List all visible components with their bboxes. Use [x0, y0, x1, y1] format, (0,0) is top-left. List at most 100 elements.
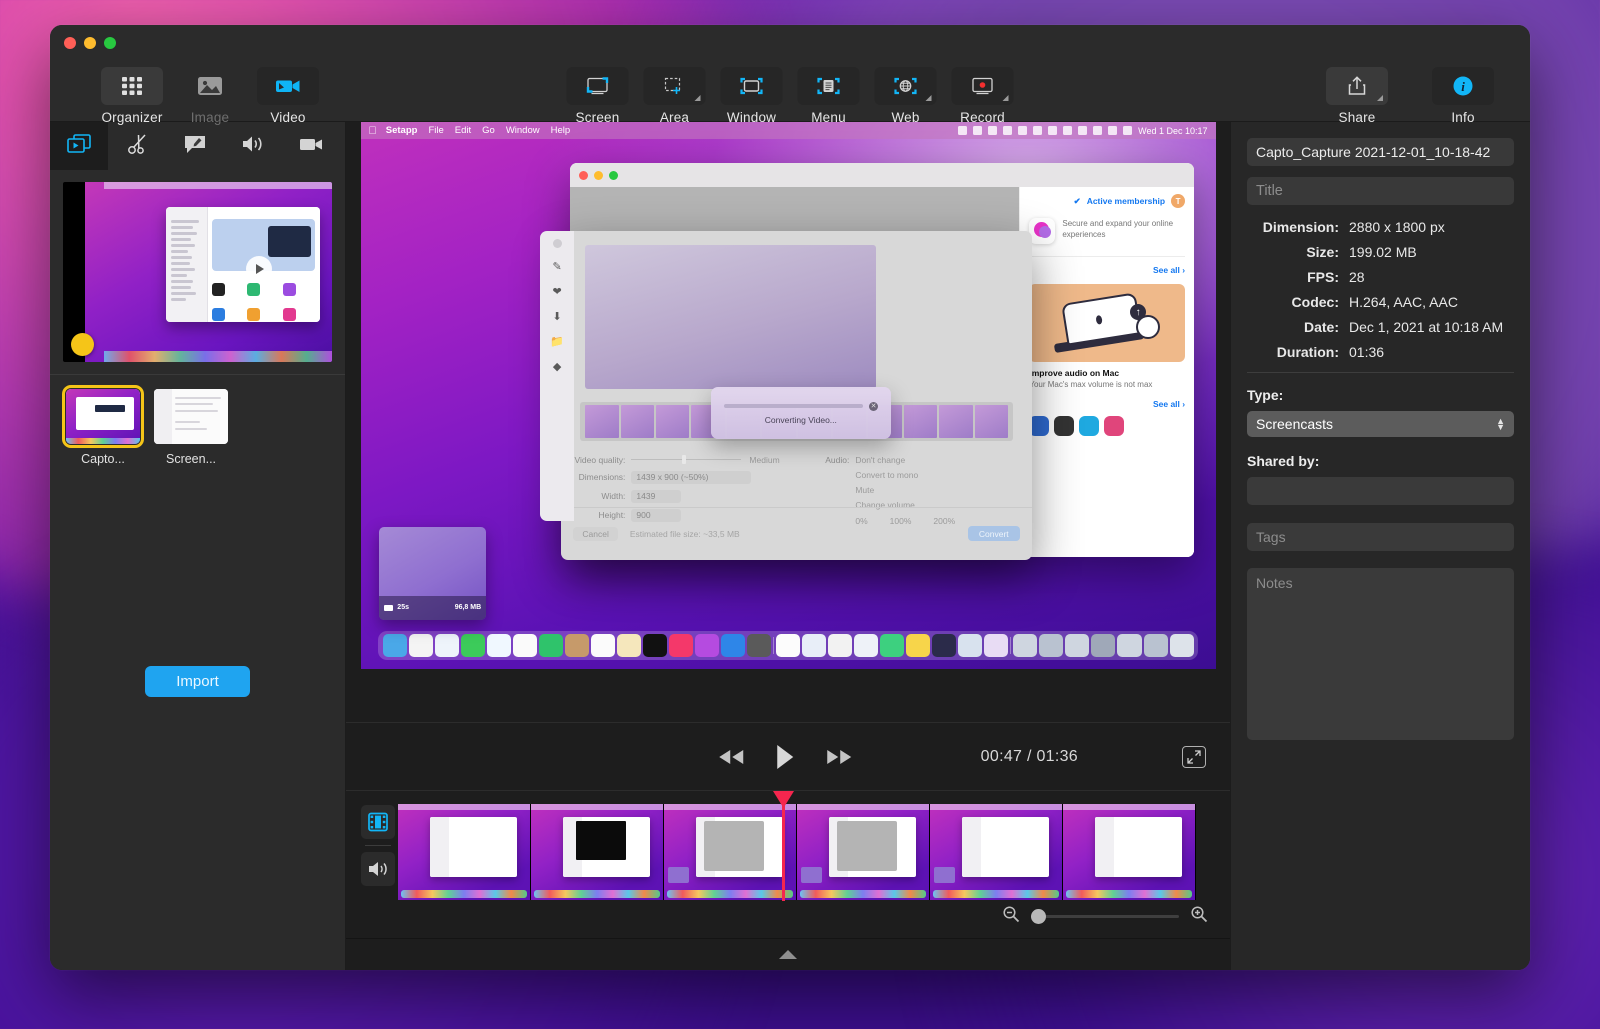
tags-field[interactable]: Tags [1247, 523, 1514, 551]
converting-progress-popup: ✕ Converting Video... [711, 387, 891, 439]
checkmark-icon: ✔ [1074, 196, 1081, 207]
minimize-window-button[interactable] [84, 37, 96, 49]
magnifier-minus-icon[interactable] [1002, 905, 1020, 928]
apple-logo-icon:  [369, 125, 377, 137]
dock-icon-window [1091, 634, 1115, 656]
status-icon [1063, 126, 1072, 135]
tip-card-image: ↑ [1029, 284, 1185, 362]
sidebar-item-trim[interactable] [108, 122, 166, 170]
timeline-track-area[interactable] [398, 791, 1230, 938]
video-track-button[interactable] [361, 805, 395, 839]
menubar-clock: Wed 1 Dec 10:17 [1138, 126, 1207, 136]
timeline-clip[interactable] [797, 804, 930, 900]
metadata-key: Codec: [1247, 294, 1339, 310]
info-inspector-panel: Capto_Capture 2021-12-01_10-18-42 Title … [1230, 122, 1530, 970]
timeline-playhead[interactable] [782, 791, 785, 901]
sidebar-item-audio[interactable] [224, 122, 282, 170]
promo-row: Secure and expand your online experience… [1029, 218, 1185, 244]
dock-icon-chrome [802, 634, 826, 656]
rewind-button[interactable] [716, 747, 746, 767]
zoom-slider-knob[interactable] [1031, 909, 1046, 924]
menubar-item-help: Help [551, 125, 571, 136]
sidebar-item-camera[interactable] [282, 122, 340, 170]
timeline-clip[interactable] [930, 804, 1063, 900]
sidebar-item-clips[interactable] [50, 122, 108, 170]
table-row: Codec: H.264, AAC, AAC [1247, 294, 1514, 310]
timeline-clip[interactable] [531, 804, 664, 900]
promo-text: Secure and expand your online experience… [1062, 218, 1185, 240]
heart-icon: ❤ [553, 285, 562, 298]
type-select[interactable]: Screencasts ▲▼ [1247, 411, 1514, 437]
dock-icon-app [932, 634, 956, 656]
fullscreen-button[interactable] [1182, 746, 1206, 768]
magnifier-plus-icon[interactable] [1190, 905, 1208, 928]
sidebar-preview-thumbnail[interactable] [63, 182, 332, 362]
forward-button[interactable] [824, 747, 854, 767]
status-icon [1078, 126, 1087, 135]
web-capture-icon [875, 67, 937, 105]
toolbar-share-button[interactable]: Share [1320, 67, 1394, 125]
play-button[interactable] [774, 743, 796, 771]
import-button[interactable]: Import [145, 666, 250, 697]
toolbar-menu-button[interactable]: Menu [792, 67, 866, 125]
video-canvas[interactable]:  Setapp File Edit Go Window Help [361, 122, 1216, 669]
close-icon [579, 171, 588, 180]
center-pane:  Setapp File Edit Go Window Help [346, 122, 1230, 970]
toolbar-info-label: Info [1451, 110, 1474, 125]
toolbar-area-button[interactable]: Area [638, 67, 712, 125]
title-field[interactable]: Title [1247, 177, 1514, 205]
list-item[interactable]: Capto... [66, 389, 140, 466]
toolbar-window-button[interactable]: Window [715, 67, 789, 125]
callout-pen-icon [183, 133, 207, 160]
chevron-corner-icon [926, 95, 932, 101]
recorded-setapp-sidebar: ✔ Active membership T Secure and expand … [1019, 187, 1194, 557]
sidebar-item-annotate[interactable] [166, 122, 224, 170]
divider [1247, 372, 1514, 373]
convert-button: Convert [968, 526, 1020, 541]
record-icon [952, 67, 1014, 105]
screen-capture-icon [567, 67, 629, 105]
toolbar-organizer-button[interactable]: Organizer [95, 67, 169, 125]
timeline-clip[interactable] [1063, 804, 1196, 900]
filename-field[interactable]: Capto_Capture 2021-12-01_10-18-42 [1247, 138, 1514, 166]
audio-track-button[interactable] [361, 852, 395, 886]
dock-icon-appletv [643, 634, 667, 656]
dock-icon-dropbox [854, 634, 878, 656]
toolbar-record-button[interactable]: Record [946, 67, 1020, 125]
toolbar-video-button[interactable]: Video [251, 67, 325, 125]
toolbar-screen-button[interactable]: Screen [561, 67, 635, 125]
metadata-key: FPS: [1247, 269, 1339, 285]
preview-window-sidebar [166, 207, 207, 322]
notes-field[interactable]: Notes [1247, 568, 1514, 740]
preview-window [166, 207, 319, 322]
chevron-corner-icon [1377, 95, 1383, 101]
zoom-slider[interactable] [1031, 915, 1179, 918]
toolbar-info-button[interactable]: i Info [1426, 67, 1500, 125]
membership-label: Active membership [1087, 196, 1165, 206]
minimize-icon [594, 171, 603, 180]
timeline [346, 790, 1230, 938]
timeline-clip[interactable] [398, 804, 531, 900]
cancel-button: Cancel [573, 527, 617, 541]
timeline-collapse-strip[interactable] [346, 938, 1230, 970]
toolbar-image-button[interactable]: Image [173, 67, 247, 125]
converter-footer: Cancel Estimated file size: ~33,5 MB Con… [561, 507, 1031, 560]
shared-by-field[interactable] [1247, 477, 1514, 505]
toolbar-web-button[interactable]: Web [869, 67, 943, 125]
dock-icon-maps [487, 634, 511, 656]
close-window-button[interactable] [64, 37, 76, 49]
close-circle-icon: ✕ [869, 402, 878, 411]
floating-clip-duration: 25s [397, 604, 409, 611]
feather-icon: ✎ [553, 260, 562, 273]
chevron-up-icon[interactable] [779, 950, 797, 959]
table-row: Duration: 01:36 [1247, 344, 1514, 360]
chevron-corner-icon [695, 95, 701, 101]
list-item[interactable]: Screen... [154, 389, 228, 466]
timeline-clip[interactable] [664, 804, 797, 900]
video-camera-icon [257, 67, 319, 105]
status-icon [1123, 126, 1132, 135]
zoom-window-button[interactable] [104, 37, 116, 49]
zoom-icon [609, 171, 618, 180]
video-quality-slider [631, 459, 741, 460]
dock-icon-app [984, 634, 1008, 656]
